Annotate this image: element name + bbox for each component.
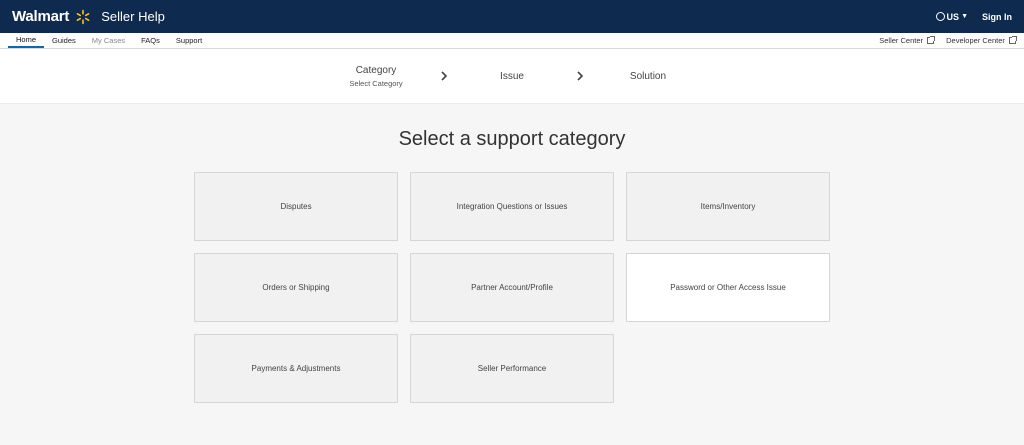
category-card-payments[interactable]: Payments & Adjustments: [194, 334, 398, 403]
progress-stepper: Category Select Category Issue Solution: [0, 49, 1024, 104]
category-card-password-access[interactable]: Password or Other Access Issue: [626, 253, 830, 322]
spark-icon: [76, 9, 90, 24]
step-sublabel: Select Category: [349, 78, 403, 88]
page-title: Select a support category: [398, 128, 626, 150]
caret-down-icon: ▼: [961, 13, 968, 20]
category-card-items-inventory[interactable]: Items/Inventory: [626, 172, 830, 241]
category-card-orders-shipping[interactable]: Orders or Shipping: [194, 253, 398, 322]
step-category: Category Select Category: [328, 65, 424, 88]
locale-label: US: [946, 11, 960, 22]
tab-my-cases[interactable]: My Cases: [84, 33, 133, 48]
main-content: Select a support category Disputes Integ…: [0, 104, 1024, 403]
tab-faqs[interactable]: FAQs: [133, 33, 168, 48]
sign-in-link[interactable]: Sign In: [982, 12, 1012, 22]
category-grid: Disputes Integration Questions or Issues…: [194, 172, 830, 403]
external-link-icon: [927, 36, 936, 44]
step-label: Category: [355, 64, 397, 76]
external-links: Seller Center Developer Center: [879, 33, 1017, 48]
locale-selector[interactable]: US ▼: [935, 11, 968, 22]
tab-guides[interactable]: Guides: [44, 33, 84, 48]
step-solution: Solution: [600, 71, 696, 82]
subnav-tabs: Home Guides My Cases FAQs Support: [8, 33, 210, 48]
developer-center-label: Developer Center: [946, 36, 1005, 45]
chevron-right-icon: [424, 71, 464, 81]
developer-center-link[interactable]: Developer Center: [946, 36, 1017, 45]
chevron-right-icon: [560, 71, 600, 81]
external-link-icon: [1009, 36, 1017, 44]
globe-icon: [935, 12, 945, 21]
seller-center-link[interactable]: Seller Center: [879, 36, 936, 45]
seller-center-label: Seller Center: [879, 36, 924, 45]
step-label: Solution: [629, 70, 667, 82]
step-issue: Issue: [464, 71, 560, 82]
category-card-disputes[interactable]: Disputes: [194, 172, 398, 241]
category-card-partner-account[interactable]: Partner Account/Profile: [410, 253, 614, 322]
header-actions: US ▼ Sign In: [935, 11, 1012, 22]
product-title: Seller Help: [101, 9, 165, 24]
category-card-integration[interactable]: Integration Questions or Issues: [410, 172, 614, 241]
category-card-seller-performance[interactable]: Seller Performance: [410, 334, 614, 403]
tab-support[interactable]: Support: [168, 33, 210, 48]
top-header: Walmart Seller Help US ▼ Sign In: [0, 0, 1024, 33]
sub-navigation: Home Guides My Cases FAQs Support Seller…: [0, 33, 1024, 49]
brand[interactable]: Walmart Seller Help: [12, 8, 165, 25]
tab-home[interactable]: Home: [8, 33, 45, 48]
step-label: Issue: [500, 70, 524, 82]
walmart-logo-text: Walmart: [12, 8, 70, 25]
